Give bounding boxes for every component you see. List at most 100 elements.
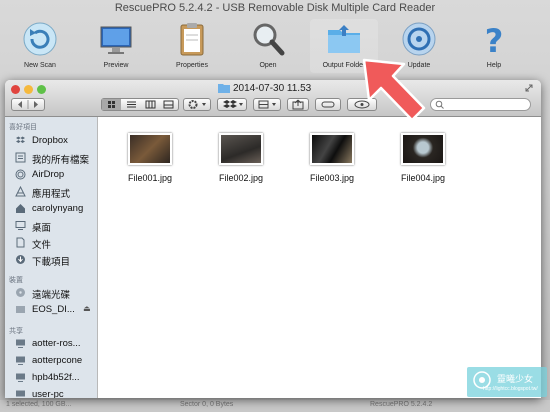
sidebar-item-label: 文件 [32,240,52,251]
arrange-icon [258,100,276,109]
share-icon [292,99,304,110]
file-name: File003.jpg [309,173,355,183]
folder-icon [218,84,230,93]
fullscreen-icon[interactable] [525,84,533,92]
back-icon [18,101,22,108]
open-button[interactable]: Open [234,19,302,73]
update-icon [402,22,436,56]
disc-icon [16,288,25,297]
action-menu-button[interactable] [183,98,211,111]
share-button[interactable] [287,98,309,111]
search-icon [435,100,444,109]
file-browser: File001.jpg File002.jpg File003.jpg File… [98,117,541,398]
file-item[interactable]: File001.jpg [115,133,185,193]
preview-label: Preview [103,62,129,69]
sidebar-item-all-files[interactable]: 我的所有檔案 [5,150,97,166]
status-mid: Sector 0, 0 Bytes [180,401,234,408]
arrange-menu-button[interactable] [253,98,281,111]
sidebar-item-label: AirDrop [32,169,65,180]
sidebar-item-desktop[interactable]: 桌面 [5,218,97,234]
finder-titlebar: 2014-07-30 11.53 [5,80,541,117]
computer-icon [16,339,25,348]
magnifier-icon [253,23,285,56]
status-bar: 1 selected, 100 GB... Sector 0, 0 Bytes … [0,400,550,412]
minimize-button[interactable] [24,85,33,94]
sidebar-item-airdrop[interactable]: AirDrop [5,167,97,183]
status-right: RescuePRO 5.2.4.2 [370,401,433,408]
file-thumbnail [401,133,445,165]
forward-icon [34,101,38,108]
sidebar-item-label: 桌面 [32,223,52,234]
folder-icon [328,25,360,53]
watermark-url: http://lightcc.blogspot.tw/ [483,386,538,392]
sidebar-item-home[interactable]: carolynyang [5,201,97,217]
file-thumbnail [128,133,172,165]
favorites-header: 喜好項目 [9,124,37,131]
help-label: Help [486,62,502,69]
documents-icon [16,237,25,248]
help-icon: ? [485,22,504,57]
sidebar-item-dropbox[interactable]: Dropbox [5,133,97,149]
tag-button[interactable] [315,98,341,111]
file-item[interactable]: File004.jpg [388,133,458,193]
sidebar-item-label: aotterpcone [32,355,83,366]
sidebar-item-label: hpb4b52f... [32,372,80,383]
sidebar-item-eos-disk[interactable]: EOS_DI... ⏏ [5,302,97,318]
back-forward-buttons[interactable] [11,98,45,111]
sidebar-item-label: Dropbox [32,135,68,146]
sidebar-item-downloads[interactable]: 下載項目 [5,252,97,268]
eject-icon[interactable]: ⏏ [83,304,91,313]
sidebar-item-shared[interactable]: user-pc [5,387,97,398]
finder-window: 2014-07-30 11.53 喜好項目 Dropbox 我的所有檔案 Air… [5,80,541,398]
dropbox-icon [16,136,25,143]
watermark-title: 靈曦少女 [497,374,534,384]
finder-title: 2014-07-30 11.53 [233,83,312,94]
sidebar-item-label: 應用程式 [32,189,71,200]
file-name: File004.jpg [400,173,446,183]
sidebar-item-shared[interactable]: hpb4b52f... [5,370,97,386]
sidebar-item-remote-disc[interactable]: 遠端光碟 [5,285,97,301]
new-scan-icon [23,22,57,56]
sidebar-item-label: EOS_DI... [32,304,75,315]
clipboard-icon [180,23,204,56]
watermark: 靈曦少女 http://lightcc.blogspot.tw/ [467,367,547,397]
file-item[interactable]: File002.jpg [206,133,276,193]
view-mode-buttons[interactable] [101,98,179,111]
monitor-icon [100,26,132,54]
shared-header: 共享 [9,328,23,335]
devices-header: 裝置 [9,277,23,284]
new-scan-button[interactable]: New Scan [6,19,74,73]
properties-button[interactable]: Properties [158,19,226,73]
dropbox-menu-button[interactable] [217,98,247,111]
sidebar-item-label: user-pc [32,389,64,398]
sidebar-item-label: 下載項目 [32,257,71,268]
search-input[interactable] [430,98,531,111]
applications-icon [15,186,26,197]
sidebar-item-shared[interactable]: aotterpcone [5,353,97,369]
tag-icon [321,101,335,108]
sidebar-item-label: 我的所有檔案 [32,155,90,166]
window-title: RescuePRO 5.2.4.2 - USB Removable Disk M… [114,2,436,14]
downloads-icon [16,255,25,264]
new-scan-label: New Scan [24,62,56,69]
sidebar-item-documents[interactable]: 文件 [5,235,97,251]
computer-icon [16,356,25,365]
preview-button[interactable]: Preview [82,19,150,73]
svg-text:?: ? [485,22,504,57]
sidebar-item-applications[interactable]: 應用程式 [5,184,97,200]
dropbox-icon [223,100,243,108]
sidebar-item-shared[interactable]: aotter-ros... [5,336,97,352]
rescuepro-toolbar: New Scan Preview Properties Open Output … [0,16,550,74]
status-left: 1 selected, 100 GB... [6,401,72,408]
help-button[interactable]: ? Help [460,19,528,73]
finder-sidebar: 喜好項目 Dropbox 我的所有檔案 AirDrop 應用程式 carolyn… [5,117,98,398]
airdrop-icon [15,169,26,180]
computer-icon [16,373,25,382]
properties-label: Properties [176,62,208,69]
file-thumbnail [219,133,263,165]
computer-icon [16,390,25,397]
close-button[interactable] [11,85,20,94]
file-item[interactable]: File003.jpg [297,133,367,193]
zoom-button[interactable] [37,85,46,94]
home-icon [16,204,25,213]
